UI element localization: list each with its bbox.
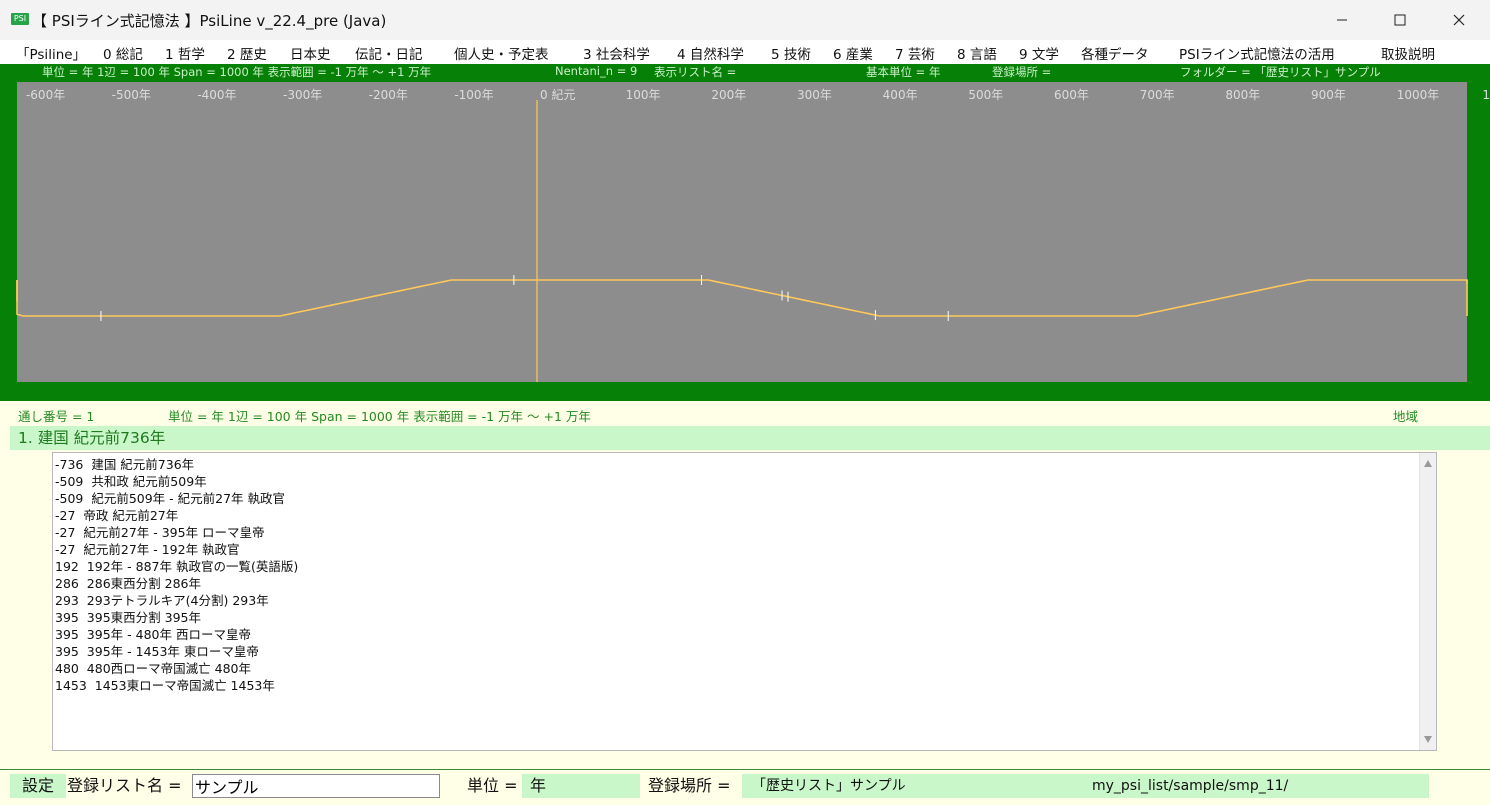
list-item[interactable]: 1453 1453東ローマ帝国滅亡 1453年 (55, 677, 298, 694)
settings-button[interactable]: 設定 (10, 774, 66, 798)
window-title: 【 PSIライン式記憶法 】PsiLine v_22.4_pre (Java) (32, 12, 387, 30)
unit-label: 単位 = (467, 776, 518, 795)
axis-tick-label: 300年 (797, 88, 832, 102)
axis-tick-label: 100年 (626, 88, 661, 102)
axis-tick-label: -500年 (112, 88, 151, 102)
menu-biography[interactable]: 伝記・日記 (355, 43, 423, 63)
menu-psiline[interactable]: 「Psiline」 (16, 43, 86, 63)
timeline-canvas[interactable]: -1200年-1100年-1000年-900年-800年-700年-600年-5… (0, 64, 1490, 401)
menu-philosophy[interactable]: 1 哲学 (165, 43, 205, 63)
axis-tick-label: 700年 (1140, 88, 1175, 102)
selected-entry-title: 1. 建国 紀元前736年 (18, 429, 166, 447)
axis-tick-label: 200年 (711, 88, 746, 102)
maximize-button[interactable] (1378, 6, 1422, 34)
axis-tick-label: 400年 (883, 88, 918, 102)
menu-general[interactable]: 0 総記 (103, 43, 143, 63)
entry-list-textarea[interactable]: -736 建国 紀元前736年 -509 共和政 紀元前509年 -509 紀元前5… (52, 452, 1437, 751)
timeline-panel: 単位 = 年 1辺 = 100 年 Span = 1000 年 表示範囲 = -… (0, 64, 1490, 401)
list-item[interactable]: -27 紀元前27年 - 192年 執政官 (55, 541, 298, 558)
vertical-scrollbar[interactable] (1419, 453, 1436, 750)
scroll-up-icon[interactable] (1424, 460, 1432, 467)
app-icon: PSI (11, 13, 29, 25)
menu-psiline-usage[interactable]: PSIライン式記憶法の活用 (1179, 43, 1335, 63)
registration-path: my_psi_list/sample/smp_11/ (1092, 778, 1289, 794)
close-icon (1453, 14, 1465, 26)
axis-tick-label: 900年 (1311, 88, 1346, 102)
axis-tick-label: -400年 (197, 88, 236, 102)
list-item[interactable]: 286 286東西分割 286年 (55, 575, 298, 592)
detail-area: 通し番号 = 1 単位 = 年 1辺 = 100 年 Span = 1000 年… (0, 401, 1490, 769)
menu-manual[interactable]: 取扱説明 (1381, 43, 1435, 63)
status-unit-span: 単位 = 年 1辺 = 100 年 Span = 1000 年 表示範囲 = -… (168, 409, 591, 424)
list-item[interactable]: 480 480西ローマ帝国滅亡 480年 (55, 660, 298, 677)
list-item[interactable]: 395 395年 - 480年 西ローマ皇帝 (55, 626, 298, 643)
unit-value: 年 (522, 774, 640, 798)
region-label: 地域 (1393, 409, 1419, 424)
axis-tick-label: -200年 (369, 88, 408, 102)
menu-language[interactable]: 8 言語 (957, 43, 997, 63)
minimize-icon (1337, 19, 1347, 21)
list-name-label: 登録リスト名 = (67, 776, 182, 795)
axis-tick-label: 500年 (968, 88, 1003, 102)
menu-arts[interactable]: 7 芸術 (895, 43, 935, 63)
entry-list: -736 建国 紀元前736年 -509 共和政 紀元前509年 -509 紀元前5… (55, 456, 298, 694)
list-item[interactable]: -27 紀元前27年 - 395年 ローマ皇帝 (55, 524, 298, 541)
menu-natural-science[interactable]: 4 自然科学 (677, 43, 744, 63)
menu-data[interactable]: 各種データ (1081, 43, 1149, 63)
list-item[interactable]: -27 帝政 紀元前27年 (55, 507, 298, 524)
minimize-button[interactable] (1320, 6, 1364, 34)
axis-tick-label: 0 紀元 (540, 88, 575, 102)
axis-tick-label: 800年 (1225, 88, 1260, 102)
axis-tick-label: -100年 (454, 88, 493, 102)
menu-industry[interactable]: 6 産業 (833, 43, 873, 63)
axis-tick-label: -300年 (283, 88, 322, 102)
menu-personal-history[interactable]: 個人史・予定表 (454, 43, 549, 63)
registration-place-label: 登録場所 = (648, 776, 731, 795)
list-item[interactable]: 192 192年 - 887年 執政官の一覧(英語版) (55, 558, 298, 575)
serial-number: 通し番号 = 1 (18, 409, 95, 424)
list-item[interactable]: -509 共和政 紀元前509年 (55, 473, 298, 490)
list-item[interactable]: 395 395年 - 1453年 東ローマ皇帝 (55, 643, 298, 660)
axis-tick-label: 1000年 (1397, 88, 1440, 102)
menu-history[interactable]: 2 歴史 (227, 43, 267, 63)
list-item[interactable]: -736 建国 紀元前736年 (55, 456, 298, 473)
menu-technology[interactable]: 5 技術 (771, 43, 811, 63)
menu-social-science[interactable]: 3 社会科学 (583, 43, 650, 63)
list-name-input[interactable] (192, 774, 440, 798)
title-bar: PSI 【 PSIライン式記憶法 】PsiLine v_22.4_pre (Ja… (0, 0, 1490, 41)
scroll-down-icon[interactable] (1424, 736, 1432, 743)
maximize-icon (1394, 14, 1406, 26)
list-item[interactable]: 293 293テトラルキア(4分割) 293年 (55, 592, 298, 609)
timeline-plot-area (17, 82, 1467, 382)
list-item[interactable]: 395 395東西分割 395年 (55, 609, 298, 626)
axis-tick-label: -600年 (26, 88, 65, 102)
bottom-bar: 設定 登録リスト名 = 単位 = 年 登録場所 = 「歴史リスト」サンプル my… (0, 769, 1490, 805)
axis-tick-label: 600年 (1054, 88, 1089, 102)
menu-japanese-history[interactable]: 日本史 (290, 43, 331, 63)
close-button[interactable] (1437, 6, 1481, 34)
axis-tick-label: 1100年 (1482, 88, 1490, 102)
selected-entry-header: 1. 建国 紀元前736年 (10, 426, 1490, 450)
menu-literature[interactable]: 9 文学 (1019, 43, 1059, 63)
menu-bar: 「Psiline」 0 総記 1 哲学 2 歴史 日本史 伝記・日記 個人史・予… (0, 40, 1490, 64)
list-item[interactable]: -509 紀元前509年 - 紀元前27年 執政官 (55, 490, 298, 507)
registration-place-value: 「歴史リスト」サンプル (742, 774, 1429, 798)
status-line: 通し番号 = 1 単位 = 年 1辺 = 100 年 Span = 1000 年… (0, 406, 1490, 424)
